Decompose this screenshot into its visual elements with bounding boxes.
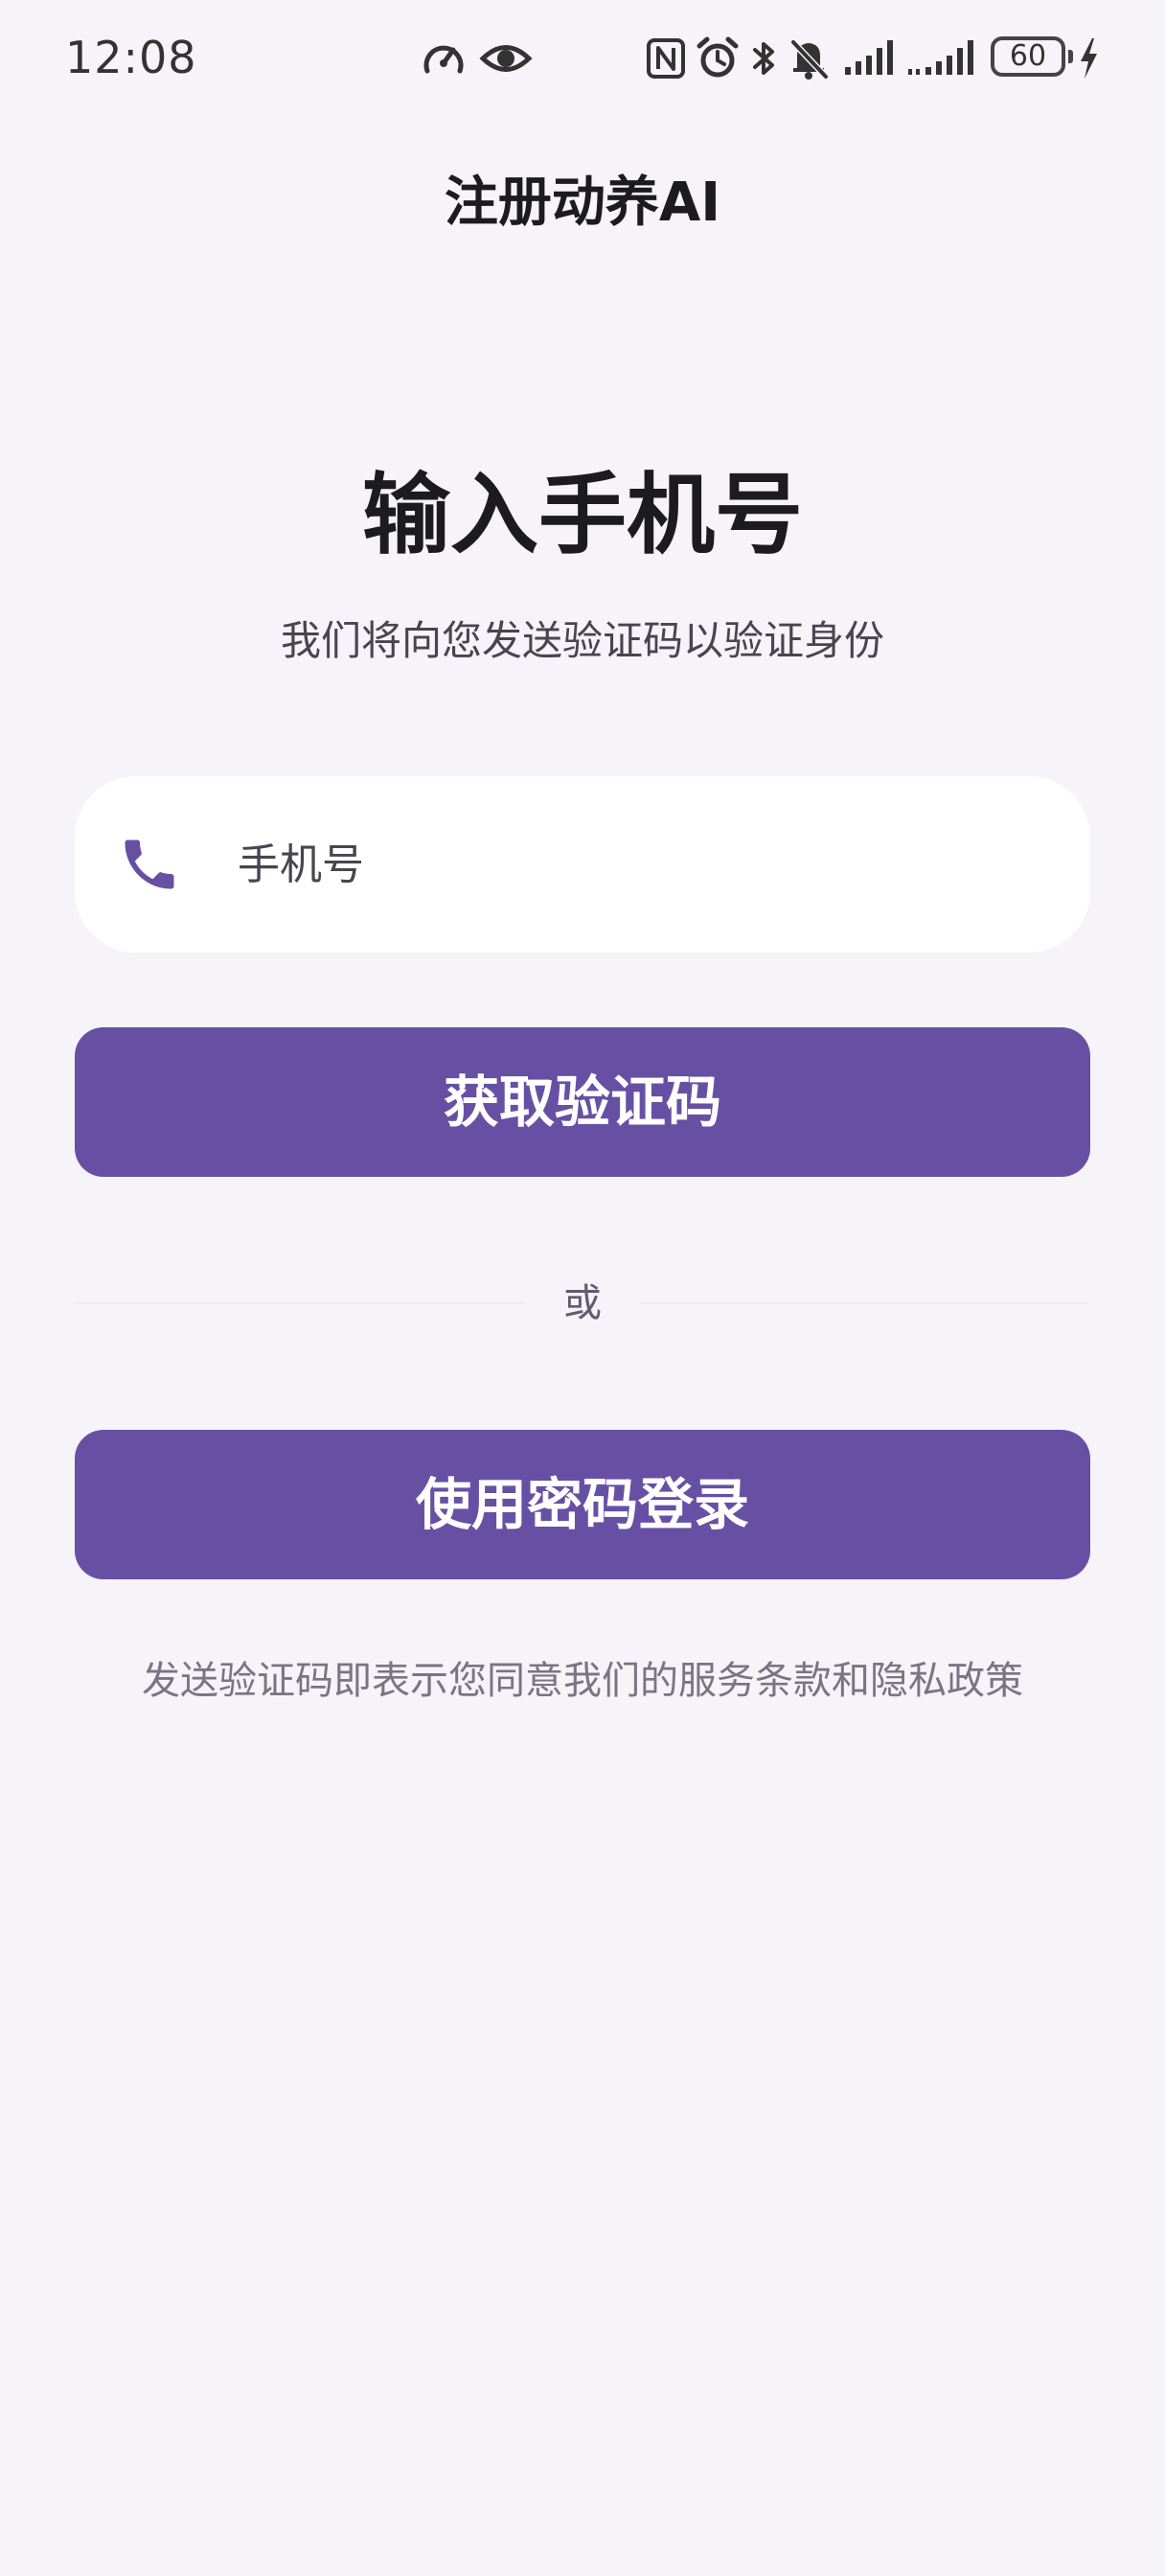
nfc-icon [646, 34, 686, 82]
divider-line-right [640, 1302, 1090, 1304]
alarm-icon [696, 34, 740, 82]
terms-text: 发送验证码即表示您同意我们的服务条款和隐私政策 [142, 1659, 1023, 1703]
bluetooth-icon [747, 34, 780, 82]
app-title: 注册动养AI [444, 172, 721, 234]
eye-icon [479, 34, 533, 82]
status-time: 12:08 [65, 32, 197, 83]
phone-field[interactable] [75, 776, 1090, 953]
signal-icon [906, 34, 979, 82]
speedometer-icon [420, 34, 468, 82]
phone-input[interactable] [238, 815, 1042, 914]
page-heading: 输入手机号 [361, 464, 803, 566]
get-code-button[interactable]: 获取验证码 [75, 1027, 1090, 1177]
battery-tip [1068, 50, 1073, 63]
status-bar: 12:08 60 [0, 0, 1165, 115]
signal-icon [843, 34, 897, 82]
battery-level: 60 [1009, 39, 1047, 73]
phone-icon [117, 832, 182, 897]
bell-off-icon [788, 34, 830, 82]
charging-icon [1077, 34, 1100, 82]
battery-icon: 60 [991, 36, 1065, 77]
password-login-button[interactable]: 使用密码登录 [75, 1430, 1090, 1579]
page-subheading: 我们将向您发送验证码以验证身份 [280, 617, 884, 664]
